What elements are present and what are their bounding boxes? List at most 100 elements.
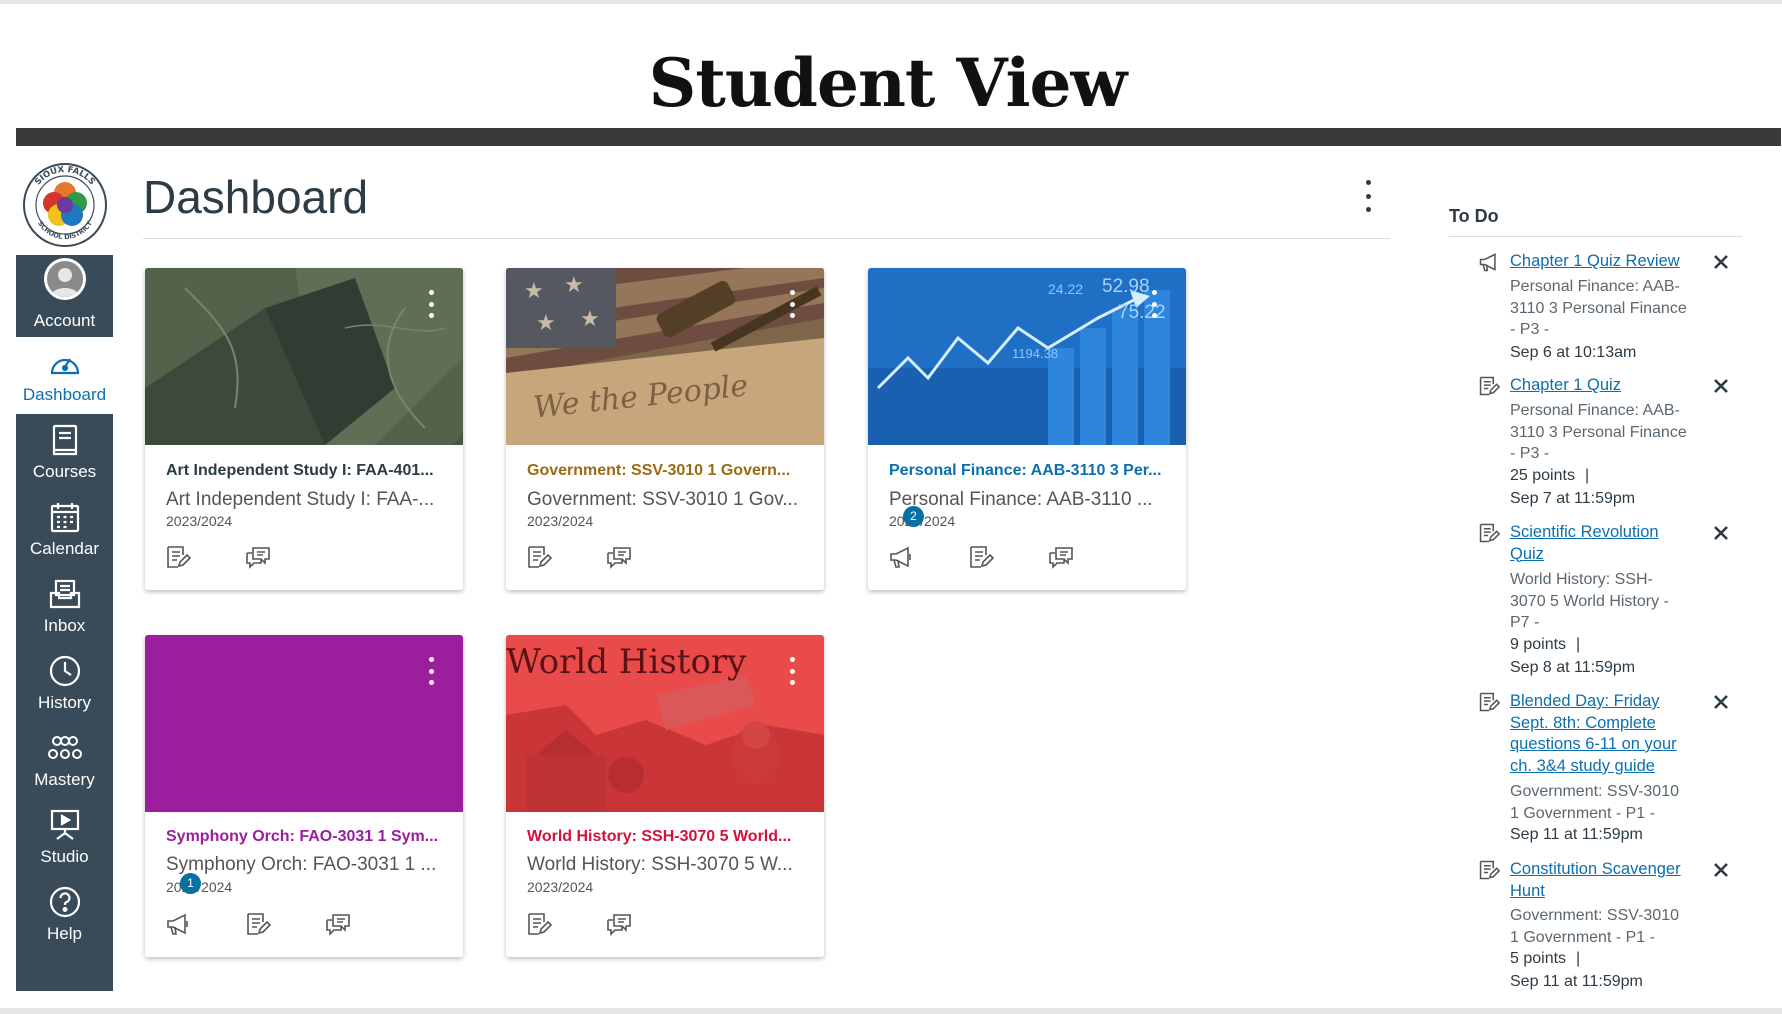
announcements-icon[interactable]: [888, 544, 914, 570]
nav-label-account: Account: [33, 311, 96, 330]
nav-item-help[interactable]: Help: [16, 876, 113, 953]
course-card[interactable]: 52.98 75.22 24.22 1194.38 Personal Finan…: [868, 268, 1186, 590]
todo-heading: To Do: [1449, 206, 1499, 226]
studio-icon: [16, 807, 113, 843]
todo-item-link[interactable]: Constitution Scavenger Hunt: [1510, 859, 1700, 902]
banner-bar: [16, 128, 1781, 146]
hero-text: World History: [506, 642, 747, 682]
mastery-icon: [16, 730, 113, 766]
divider: [1449, 236, 1742, 237]
card-hero-image[interactable]: [145, 268, 463, 445]
clock-icon: [16, 653, 113, 689]
dismiss-close-icon[interactable]: [1712, 524, 1730, 542]
discussions-icon[interactable]: [325, 911, 351, 937]
card-subtitle: Art Independent Study I: FAA-...: [166, 489, 435, 510]
announcement-count-badge: 2: [903, 506, 924, 527]
top-border: [0, 0, 1782, 4]
nav-label-inbox: Inbox: [43, 616, 86, 635]
card-hero-image[interactable]: ★ ★ ★ ★ We the People: [506, 268, 824, 445]
todo-item-due: Sep 11 at 11:59pm: [1510, 973, 1643, 990]
todo-item-due: Sep 8 at 11:59pm: [1510, 659, 1636, 676]
card-options-menu[interactable]: [784, 290, 800, 318]
kebab-dot-icon: [1365, 193, 1371, 199]
course-card[interactable]: World History World History: SSH-3070 5 …: [506, 635, 824, 957]
todo-item-link[interactable]: Chapter 1 Quiz Review: [1510, 251, 1700, 273]
nav-item-studio[interactable]: Studio: [16, 799, 113, 876]
nav-item-courses[interactable]: Courses: [16, 414, 113, 491]
course-card[interactable]: Symphony Orch: FAO-3031 1 Sym... Symphon…: [145, 635, 463, 957]
card-subtitle: Personal Finance: AAB-3110 ...: [889, 489, 1153, 510]
todo-item-link[interactable]: Chapter 1 Quiz: [1510, 375, 1700, 397]
assignments-icon[interactable]: [165, 544, 192, 570]
bottom-border: [0, 1008, 1782, 1014]
discussions-icon[interactable]: [1048, 544, 1074, 570]
district-logo[interactable]: SIOUX FALLS SCHOOL DISTRICT: [16, 155, 113, 255]
card-title[interactable]: Personal Finance: AAB-3110 3 Per...: [889, 462, 1174, 480]
nav-label-mastery: Mastery: [34, 770, 95, 789]
discussions-icon[interactable]: [245, 544, 271, 570]
nav-label-studio: Studio: [40, 847, 89, 866]
todo-item-link[interactable]: Blended Day: Friday Sept. 8th: Complete qu…: [1510, 691, 1700, 777]
card-title[interactable]: Government: SSV-3010 1 Govern...: [527, 462, 812, 480]
nav-item-inbox[interactable]: Inbox: [16, 568, 113, 645]
assignment-icon: [1478, 375, 1501, 397]
card-term: 2023/2024: [527, 513, 594, 529]
global-nav: SIOUX FALLS SCHOOL DISTRICT Account Dash…: [16, 155, 113, 991]
dashboard-icon: [16, 345, 113, 381]
nav-item-mastery[interactable]: Mastery: [16, 722, 113, 799]
todo-item-context: Government: SSV-3010 1 Government - P1 -: [1510, 907, 1679, 946]
course-card[interactable]: ★ ★ ★ ★ We the People Government: SSV-30…: [506, 268, 824, 590]
todo-item-link[interactable]: Scientific Revolution Quiz: [1510, 522, 1700, 565]
card-title[interactable]: World History: SSH-3070 5 World...: [527, 828, 812, 846]
assignments-icon[interactable]: [526, 911, 553, 937]
assignments-icon[interactable]: [968, 544, 995, 570]
todo-item-due: Sep 7 at 11:59pm: [1510, 490, 1636, 507]
discussions-icon[interactable]: [606, 911, 632, 937]
card-term: 2023/2024: [527, 879, 594, 895]
card-subtitle: World History: SSH-3070 5 W...: [527, 854, 793, 875]
dismiss-close-icon[interactable]: [1712, 377, 1730, 395]
card-hero-image[interactable]: World History: [506, 635, 824, 812]
calendar-icon: [16, 499, 113, 535]
nav-item-dashboard[interactable]: Dashboard: [16, 337, 113, 414]
course-card[interactable]: Art Independent Study I: FAA-401... Art …: [145, 268, 463, 590]
todo-item-points: 9 points |: [1510, 636, 1581, 653]
card-options-menu[interactable]: [423, 290, 439, 318]
card-subtitle: Government: SSV-3010 1 Gov...: [527, 489, 799, 510]
courses-icon: [16, 422, 113, 458]
hero-number: 52.98: [1102, 276, 1150, 297]
todo-item-due: Sep 11 at 11:59pm: [1510, 826, 1643, 843]
announcements-icon[interactable]: [165, 911, 191, 937]
dashboard-options-menu[interactable]: [1358, 180, 1378, 212]
dismiss-close-icon[interactable]: [1712, 861, 1730, 879]
card-hero-color[interactable]: [145, 635, 463, 812]
nav-label-calendar: Calendar: [30, 539, 99, 558]
card-title[interactable]: Art Independent Study I: FAA-401...: [166, 462, 451, 480]
announcement-icon: [1478, 251, 1500, 273]
todo-item-points: 25 points |: [1510, 467, 1590, 484]
assignments-icon[interactable]: [526, 544, 553, 570]
nav-item-account[interactable]: Account: [16, 255, 113, 332]
nav-label-history: History: [38, 693, 91, 712]
todo-item-context: Personal Finance: AAB- 3110 3 Personal Fi…: [1510, 278, 1687, 338]
assignments-icon[interactable]: [245, 911, 272, 937]
nav-item-history[interactable]: History: [16, 645, 113, 722]
student-view-screen: Student View SIOUX FALLS SCHOOL DISTRICT: [0, 0, 1782, 1014]
todo-item-context: Government: SSV-3010 1 Government - P1 -: [1510, 783, 1679, 822]
announcement-count-badge: 1: [180, 873, 201, 894]
card-options-menu[interactable]: [784, 657, 800, 685]
dismiss-close-icon[interactable]: [1712, 693, 1730, 711]
card-title[interactable]: Symphony Orch: FAO-3031 1 Sym...: [166, 828, 451, 846]
card-options-menu[interactable]: [423, 657, 439, 685]
hero-number: 1194.38: [1012, 346, 1058, 361]
todo-item-due: Sep 6 at 10:13am: [1510, 344, 1637, 361]
card-hero-image[interactable]: 52.98 75.22 24.22 1194.38: [868, 268, 1186, 445]
card-options-menu[interactable]: [1146, 290, 1162, 318]
page-title: Dashboard: [143, 171, 369, 223]
hero-number: 24.22: [1048, 281, 1083, 297]
discussions-icon[interactable]: [606, 544, 632, 570]
dismiss-close-icon[interactable]: [1712, 253, 1730, 271]
assignment-icon: [1478, 691, 1501, 713]
nav-item-calendar[interactable]: Calendar: [16, 491, 113, 568]
help-icon: [16, 884, 113, 920]
